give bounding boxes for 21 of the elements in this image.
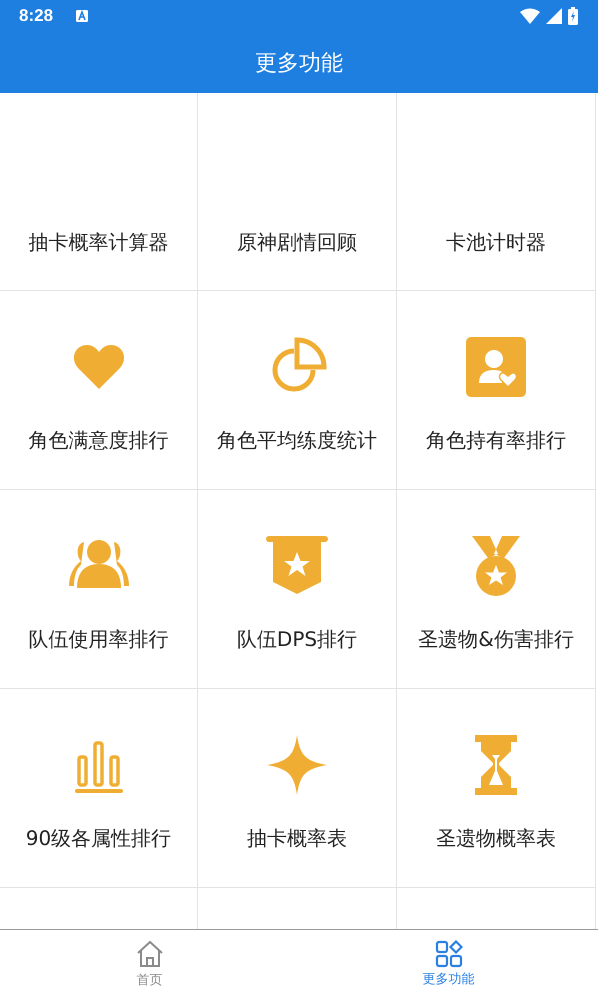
feature-tile[interactable]: 90级各属性排行: [0, 689, 198, 888]
feature-tile[interactable]: 抽卡概率表: [198, 689, 397, 888]
keyboard-icon: [75, 9, 90, 23]
feature-tile[interactable]: 卡池计时器: [397, 93, 596, 291]
feature-tile[interactable]: 圣遗物&伤害排行: [397, 490, 596, 689]
feature-tile[interactable]: 原神剧情回顾: [198, 93, 397, 291]
apps-icon: [434, 940, 462, 968]
signal-icon: [546, 8, 562, 24]
feature-tile[interactable]: 队伍使用率排行: [0, 490, 198, 689]
feature-tile[interactable]: 圣遗物概率表: [397, 689, 596, 888]
feature-tile[interactable]: 抽卡概率计算器: [0, 93, 198, 291]
profile-card-icon: [464, 335, 528, 399]
feature-tile[interactable]: 角色持有率排行: [397, 291, 596, 490]
status-time: 8:28: [19, 6, 54, 26]
feature-tile[interactable]: 角色满意度排行: [0, 291, 198, 490]
wifi-icon: [520, 8, 540, 24]
home-icon: [134, 939, 164, 969]
feature-tile[interactable]: 角色平均练度统计: [198, 291, 397, 490]
battery-icon: [568, 7, 578, 25]
page-title: 更多功能: [255, 50, 343, 78]
feature-tile[interactable]: 队伍DPS排行: [198, 490, 397, 689]
